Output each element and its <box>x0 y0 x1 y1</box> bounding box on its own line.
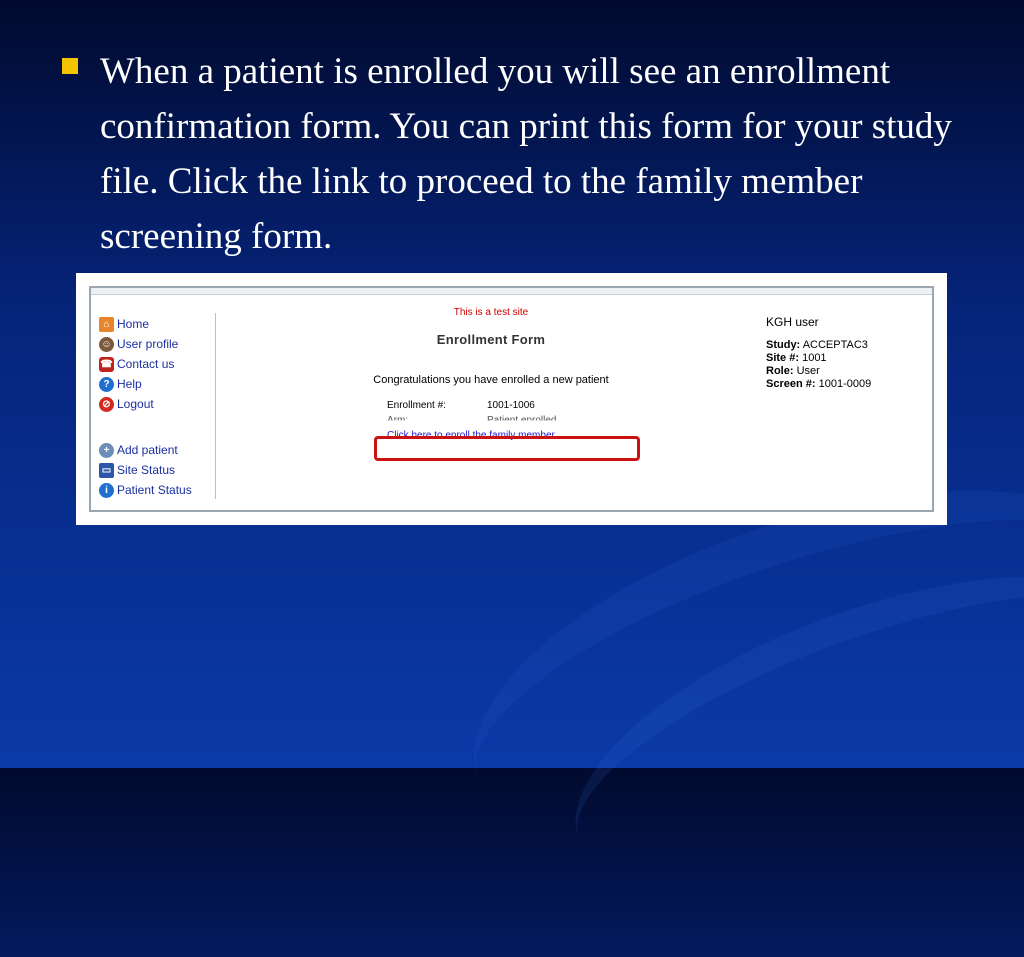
sidebar-item-label: Logout <box>117 397 154 411</box>
site-label: Site #: <box>766 352 800 364</box>
sidebar-item-site-status[interactable]: ▭ Site Status <box>99 460 192 480</box>
sidebar-divider <box>215 313 216 499</box>
user-info-panel: KGH user Study: ACCEPTAC3 Site #: 1001 R… <box>766 315 871 391</box>
sidebar-item-label: Home <box>117 317 150 331</box>
enrollment-number-value: 1001-1006 <box>487 400 535 411</box>
sidebar-item-label: Add patient <box>117 443 178 457</box>
sidebar-item-user-profile[interactable]: ☺ User profile <box>99 334 192 354</box>
study-label: Study: <box>766 339 801 351</box>
site-value: 1001 <box>802 352 827 364</box>
study-value: ACCEPTAC3 <box>802 339 868 351</box>
sidebar-item-label: Patient Status <box>117 483 192 497</box>
app-window: ⌂ Home ☺ User profile ☎ Contact us ? Hel… <box>89 286 934 512</box>
role-row: Role: User <box>766 365 871 378</box>
confirmation-message: Congratulations you have enrolled a new … <box>373 374 609 386</box>
role-label: Role: <box>766 365 794 377</box>
embedded-screenshot: ⌂ Home ☺ User profile ☎ Contact us ? Hel… <box>76 273 947 525</box>
username: KGH user <box>766 315 819 329</box>
phone-icon: ☎ <box>99 356 114 372</box>
role-value: User <box>796 365 820 377</box>
window-top-bar <box>91 288 932 295</box>
info-icon: i <box>99 482 114 498</box>
page-title: Enrollment Form <box>436 332 546 347</box>
help-icon: ? <box>99 376 114 392</box>
test-site-notice: This is a test site <box>453 307 529 318</box>
arm-label: Arm: <box>387 415 409 426</box>
sidebar-item-label: Site Status <box>117 463 176 477</box>
user-icon: ☺ <box>99 336 114 352</box>
sidebar-item-label: Contact us <box>117 357 175 371</box>
sidebar-item-home[interactable]: ⌂ Home <box>99 314 192 334</box>
sidebar-item-logout[interactable]: ⊘ Logout <box>99 394 192 414</box>
highlight-box <box>374 436 640 461</box>
screen-value: 1001-0009 <box>818 378 872 390</box>
study-row: Study: ACCEPTAC3 <box>766 339 871 352</box>
sidebar-item-patient-status[interactable]: i Patient Status <box>99 480 192 500</box>
screen-label: Screen #: <box>766 378 816 390</box>
bullet-square-icon <box>62 58 78 74</box>
sidebar-item-help[interactable]: ? Help <box>99 374 192 394</box>
sidebar-item-add-patient[interactable]: + Add patient <box>99 440 192 460</box>
home-icon: ⌂ <box>99 316 114 332</box>
logout-icon: ⊘ <box>99 396 114 412</box>
sidebar-item-label: User profile <box>117 337 179 351</box>
arm-value: Patient enrolled <box>487 415 557 426</box>
slide-bullet-point: When a patient is enrolled you will see … <box>62 44 962 264</box>
bullet-text: When a patient is enrolled you will see … <box>100 51 952 257</box>
sidebar-nav: ⌂ Home ☺ User profile ☎ Contact us ? Hel… <box>99 314 192 500</box>
add-patient-icon: + <box>99 442 114 458</box>
enrollment-number-label: Enrollment #: <box>387 400 446 411</box>
screen-row: Screen #: 1001-0009 <box>766 378 871 391</box>
sidebar-item-label: Help <box>117 377 142 391</box>
monitor-icon: ▭ <box>99 462 114 478</box>
sidebar-item-contact-us[interactable]: ☎ Contact us <box>99 354 192 374</box>
site-row: Site #: 1001 <box>766 352 871 365</box>
